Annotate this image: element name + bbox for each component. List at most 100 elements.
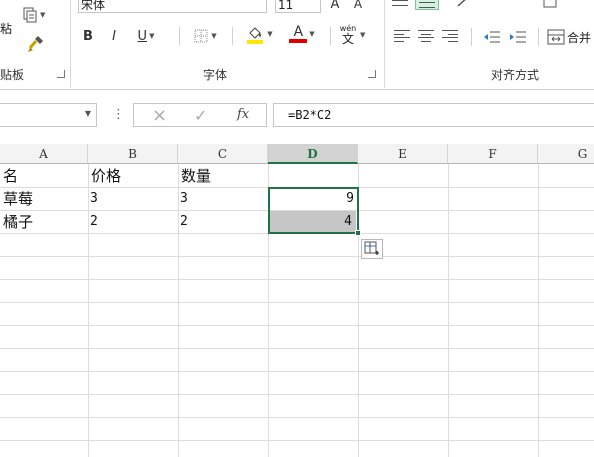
- formula-input[interactable]: =B2*C2: [273, 103, 594, 127]
- insert-function-icon[interactable]: fx: [237, 107, 249, 122]
- column-header-g[interactable]: G: [538, 144, 594, 164]
- font-color-letter: A: [293, 24, 304, 40]
- cell-c3[interactable]: 2: [178, 211, 268, 233]
- borders-dropdown-arrow[interactable]: ▼: [211, 32, 216, 40]
- cell-c1[interactable]: 数量: [178, 165, 268, 187]
- align-left-button[interactable]: [394, 30, 412, 44]
- gridline: [0, 417, 594, 418]
- fill-color-button[interactable]: ▼: [240, 24, 278, 44]
- italic-label: I: [112, 28, 116, 44]
- font-size-box[interactable]: 11: [275, 0, 321, 13]
- shrink-font-button[interactable]: A: [350, 0, 366, 14]
- cell-b2[interactable]: 3: [88, 188, 178, 210]
- align-right-icon: [442, 30, 458, 42]
- copy-button[interactable]: ▼: [22, 5, 58, 25]
- separator: [232, 27, 233, 45]
- increase-indent-button[interactable]: [508, 28, 528, 46]
- merge-center-button[interactable]: 合并: [547, 26, 594, 48]
- borders-button[interactable]: ▼: [186, 26, 224, 46]
- align-top-button[interactable]: [392, 0, 410, 8]
- align-middle-icon: [419, 0, 435, 8]
- alignment-group-label: 对齐方式: [491, 68, 540, 82]
- cancel-entry-icon[interactable]: ×: [152, 105, 167, 126]
- formula-bar: ▼ ⋮ × ✓ fx =B2*C2: [0, 100, 594, 130]
- separator: [70, 0, 71, 88]
- font-name-box[interactable]: 宋体: [78, 0, 267, 13]
- cell-b1[interactable]: 价格: [88, 165, 178, 187]
- italic-button[interactable]: I: [106, 26, 122, 46]
- gridline: [0, 348, 594, 349]
- separator: [179, 27, 180, 45]
- align-right-button[interactable]: [442, 30, 460, 44]
- font-color-icon: A: [289, 24, 308, 43]
- format-painter-button[interactable]: [26, 34, 46, 54]
- separator: [330, 27, 331, 45]
- quick-analysis-button[interactable]: [361, 239, 383, 259]
- column-header-a[interactable]: A: [0, 144, 88, 164]
- cell-c2[interactable]: 3: [178, 188, 268, 210]
- decrease-indent-button[interactable]: [482, 28, 502, 46]
- paste-label: 粘: [0, 22, 13, 36]
- copy-icon: [23, 7, 37, 23]
- phonetic-dropdown-arrow[interactable]: ▼: [360, 31, 365, 39]
- name-box-dropdown-arrow[interactable]: ▼: [85, 109, 91, 118]
- column-header-d[interactable]: D: [268, 144, 358, 164]
- quick-analysis-icon: [364, 241, 379, 255]
- confirm-entry-icon[interactable]: ✓: [194, 106, 207, 125]
- align-left-icon: [394, 30, 410, 42]
- orientation-button[interactable]: [455, 0, 485, 8]
- phonetic-char: 文: [341, 32, 354, 46]
- column-header-c[interactable]: C: [178, 144, 268, 164]
- font-dialog-launcher[interactable]: [368, 70, 376, 78]
- font-color-dropdown-arrow[interactable]: ▼: [309, 30, 314, 38]
- align-top-icon: [392, 0, 408, 6]
- fill-color-dropdown-arrow[interactable]: ▼: [267, 30, 272, 38]
- separator: [384, 0, 385, 88]
- name-box[interactable]: ▼: [0, 103, 97, 127]
- wrap-text-button[interactable]: [543, 0, 594, 8]
- increase-indent-icon: [510, 31, 526, 43]
- font-color-swatch: [289, 39, 308, 43]
- gridline: [0, 256, 594, 257]
- column-header-e[interactable]: E: [358, 144, 448, 164]
- align-center-button[interactable]: [418, 30, 436, 44]
- shrink-font-label: A: [353, 0, 363, 11]
- gridline: [0, 325, 594, 326]
- formula-commands: × ✓ fx: [133, 103, 267, 127]
- font-color-button[interactable]: A ▼: [282, 24, 322, 44]
- underline-button[interactable]: U ▼: [131, 26, 161, 46]
- cell-a1[interactable]: 名: [0, 165, 88, 187]
- formula-bar-more-icon[interactable]: ⋮: [112, 107, 125, 122]
- grow-font-label: A: [330, 0, 340, 12]
- clipboard-dialog-launcher[interactable]: [57, 70, 65, 78]
- cell-d3[interactable]: 4: [268, 211, 356, 233]
- worksheet-grid[interactable]: A B C D E F G 名 价格 数量 草莓 3 3 9 橘子 2 2 4: [0, 144, 594, 457]
- gridline: [538, 164, 539, 457]
- separator: [538, 28, 539, 46]
- phonetic-button[interactable]: wén 文 ▼: [338, 22, 374, 48]
- grow-font-button[interactable]: A: [327, 0, 343, 14]
- borders-icon: [194, 29, 208, 43]
- fill-color-icon: [247, 27, 264, 44]
- cell-d2[interactable]: 9: [268, 188, 358, 210]
- bold-button[interactable]: B: [80, 26, 96, 46]
- merge-center-label: 合并: [567, 30, 592, 45]
- gridline: [448, 164, 449, 457]
- cell-b3[interactable]: 2: [88, 211, 178, 233]
- clipboard-group-label: 贴板: [0, 68, 25, 82]
- cell-d1[interactable]: [268, 165, 358, 187]
- cell-a3[interactable]: 橘子: [0, 211, 88, 233]
- gridline: [0, 371, 594, 372]
- paste-button[interactable]: 粘: [0, 20, 20, 40]
- underline-label: U: [137, 28, 148, 44]
- copy-dropdown-arrow[interactable]: ▼: [40, 11, 45, 19]
- underline-dropdown-arrow[interactable]: ▼: [149, 32, 154, 40]
- column-header-f[interactable]: F: [448, 144, 538, 164]
- gridline: [0, 440, 594, 441]
- phonetic-icon: wén 文: [338, 24, 358, 46]
- column-header-b[interactable]: B: [88, 144, 178, 164]
- font-name-value: 宋体: [81, 0, 106, 12]
- cell-a2[interactable]: 草莓: [0, 188, 88, 210]
- format-painter-icon: [28, 36, 43, 52]
- align-middle-button[interactable]: [415, 0, 439, 10]
